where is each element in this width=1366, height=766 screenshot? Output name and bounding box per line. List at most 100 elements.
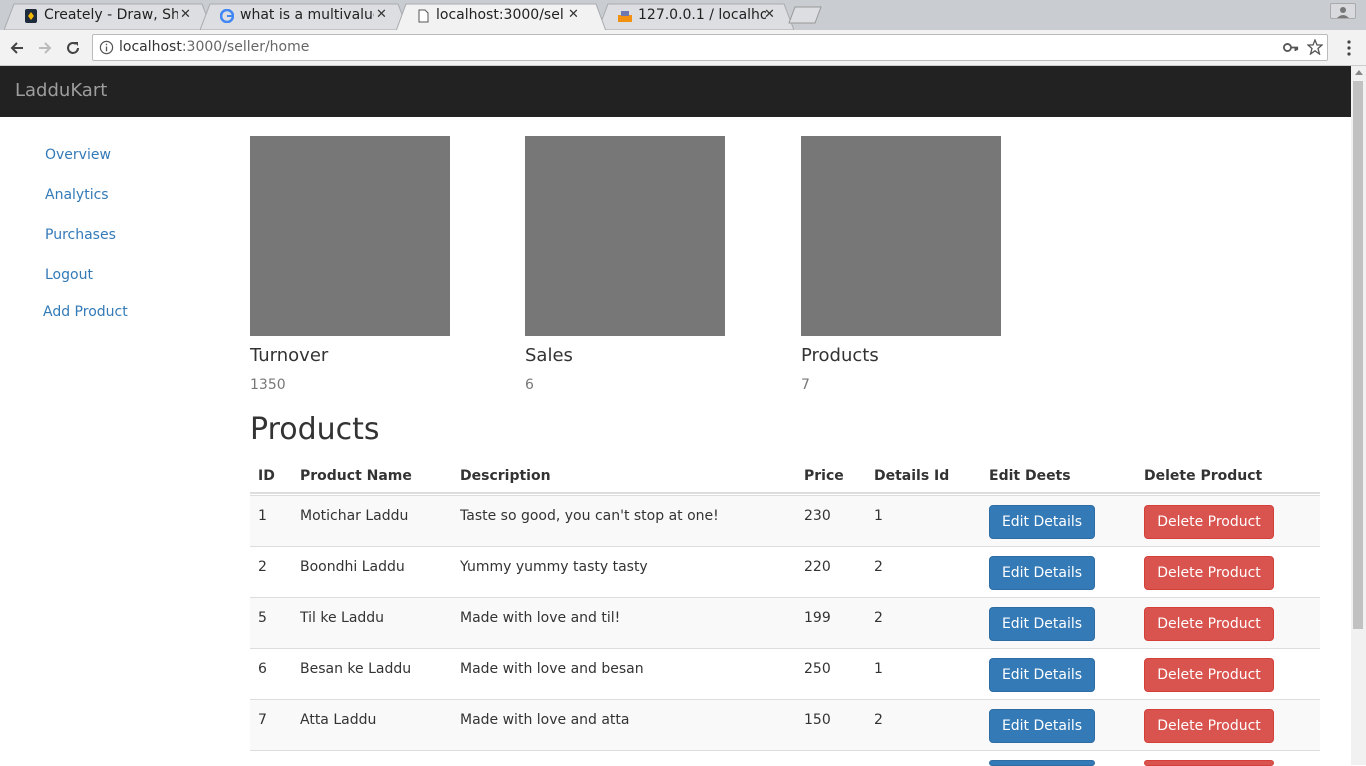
delete-product-button[interactable]: Delete Product	[1144, 505, 1274, 539]
browser-tab-strip: Creately - Draw, Sh ✕ what is a multival…	[0, 0, 1366, 30]
column-header: Delete Product	[1144, 468, 1263, 484]
profile-icon[interactable]	[1330, 3, 1356, 19]
sidebar-item-add-product[interactable]: Add Product	[43, 304, 128, 320]
table-row: 7 Atta Laddu Made with love and atta 150…	[250, 699, 1320, 750]
cell-id: 7	[258, 712, 267, 728]
cell-name: Til ke Laddu	[300, 610, 385, 626]
tab-title: localhost:3000/sel	[436, 7, 564, 23]
delete-product-button[interactable]: Delete Product	[1144, 556, 1274, 590]
stat-value-sales: 6	[525, 377, 534, 393]
stat-value-turnover: 1350	[250, 377, 286, 393]
browser-toolbar: localhost:3000/seller/home	[0, 30, 1366, 66]
tab-title: 127.0.0.1 / localhost	[638, 7, 766, 23]
column-header: Details Id	[874, 468, 950, 484]
reload-icon[interactable]	[62, 37, 84, 59]
cell-id: 5	[258, 610, 267, 626]
delete-product-button[interactable]: Delete Product	[1144, 709, 1274, 743]
column-header: Description	[460, 468, 551, 484]
delete-product-button[interactable]	[1144, 760, 1274, 766]
page-icon	[418, 9, 429, 23]
sidebar-item-analytics[interactable]: Analytics	[45, 187, 109, 203]
products-heading: Products	[250, 412, 380, 447]
cell-description: Taste so good, you can't stop at one!	[460, 508, 719, 524]
vertical-scrollbar[interactable]	[1351, 66, 1366, 765]
cell-description: Yummy yummy tasty tasty	[460, 559, 648, 575]
cell-id: 6	[258, 661, 267, 677]
forward-arrow-icon[interactable]	[34, 37, 56, 59]
address-bar[interactable]: localhost:3000/seller/home	[92, 34, 1328, 61]
url-host: localhost	[119, 39, 182, 55]
cell-details-id: 2	[874, 712, 883, 728]
column-header: Edit Deets	[989, 468, 1071, 484]
close-tab-icon[interactable]: ✕	[180, 7, 191, 22]
browser-tab[interactable]: 127.0.0.1 / localhost ✕	[598, 3, 794, 30]
close-tab-icon[interactable]: ✕	[568, 7, 579, 22]
table-row: 2 Boondhi Laddu Yummy yummy tasty tasty …	[250, 546, 1320, 597]
creately-icon	[25, 9, 37, 23]
table-row: 1 Motichar Laddu Taste so good, you can'…	[250, 495, 1320, 546]
cell-description: Made with love and atta	[460, 712, 630, 728]
edit-details-button[interactable]: Edit Details	[989, 658, 1095, 692]
sidebar-item-logout[interactable]: Logout	[45, 267, 93, 283]
cell-name: Motichar Laddu	[300, 508, 409, 524]
sidebar-item-overview[interactable]: Overview	[45, 147, 111, 163]
url-path: :3000/seller/home	[181, 39, 310, 55]
cell-name: Besan ke Laddu	[300, 661, 412, 677]
cell-details-id: 2	[874, 610, 883, 626]
column-header: ID	[258, 468, 275, 484]
star-icon[interactable]	[1307, 39, 1323, 55]
browser-tab[interactable]: what is a multivalue ✕	[200, 3, 408, 30]
cell-id: 1	[258, 508, 267, 524]
turnover-image-placeholder	[250, 136, 450, 336]
key-icon[interactable]	[1283, 42, 1299, 53]
stat-value-products: 7	[801, 377, 810, 393]
table-row: 6 Besan ke Laddu Made with love and besa…	[250, 648, 1320, 699]
cell-name: Atta Laddu	[300, 712, 377, 728]
delete-product-button[interactable]: Delete Product	[1144, 658, 1274, 692]
url-text: localhost:3000/seller/home	[119, 39, 309, 55]
table-header: ID Product Name Description Price Detail…	[250, 458, 1320, 494]
column-header: Product Name	[300, 468, 412, 484]
edit-details-button[interactable]: Edit Details	[989, 709, 1095, 743]
stat-title-turnover: Turnover	[250, 345, 329, 366]
edit-details-button[interactable]: Edit Details	[989, 607, 1095, 641]
cell-details-id: 2	[874, 559, 883, 575]
stat-title-products: Products	[801, 345, 879, 366]
close-tab-icon[interactable]: ✕	[764, 7, 775, 22]
scroll-up-arrow-icon[interactable]	[1355, 70, 1363, 75]
products-image-placeholder	[801, 136, 1001, 336]
edit-details-button[interactable]: Edit Details	[989, 556, 1095, 590]
sidebar-item-purchases[interactable]: Purchases	[45, 227, 116, 243]
cell-price: 150	[804, 712, 831, 728]
edit-details-button[interactable]	[989, 760, 1095, 766]
cell-name: Boondhi Laddu	[300, 559, 405, 575]
cell-details-id: 1	[874, 661, 883, 677]
google-icon	[220, 9, 234, 23]
delete-product-button[interactable]: Delete Product	[1144, 607, 1274, 641]
close-tab-icon[interactable]: ✕	[376, 7, 387, 22]
browser-tab[interactable]: Creately - Draw, Sh ✕	[4, 3, 212, 30]
cell-description: Made with love and til!	[460, 610, 621, 626]
stat-title-sales: Sales	[525, 345, 573, 366]
table-row-partial	[250, 750, 1320, 766]
new-tab-button[interactable]	[788, 6, 822, 24]
info-icon[interactable]	[99, 40, 114, 55]
column-header: Price	[804, 468, 844, 484]
scrollbar-thumb[interactable]	[1353, 81, 1363, 629]
cell-details-id: 1	[874, 508, 883, 524]
cell-id: 2	[258, 559, 267, 575]
table-row: 5 Til ke Laddu Made with love and til! 1…	[250, 597, 1320, 648]
menu-dots-icon[interactable]	[1338, 37, 1360, 59]
cell-price: 250	[804, 661, 831, 677]
brand-link[interactable]: LadduKart	[15, 80, 107, 101]
cell-price: 230	[804, 508, 831, 524]
cell-price: 220	[804, 559, 831, 575]
back-arrow-icon[interactable]	[6, 37, 28, 59]
edit-details-button[interactable]: Edit Details	[989, 505, 1095, 539]
tab-title: what is a multivalue	[240, 7, 374, 23]
tab-title: Creately - Draw, Sh	[44, 7, 178, 23]
cell-description: Made with love and besan	[460, 661, 644, 677]
browser-tab-active[interactable]: localhost:3000/sel ✕	[396, 3, 606, 30]
app-navbar: LadduKart	[0, 66, 1351, 117]
cell-price: 199	[804, 610, 831, 626]
